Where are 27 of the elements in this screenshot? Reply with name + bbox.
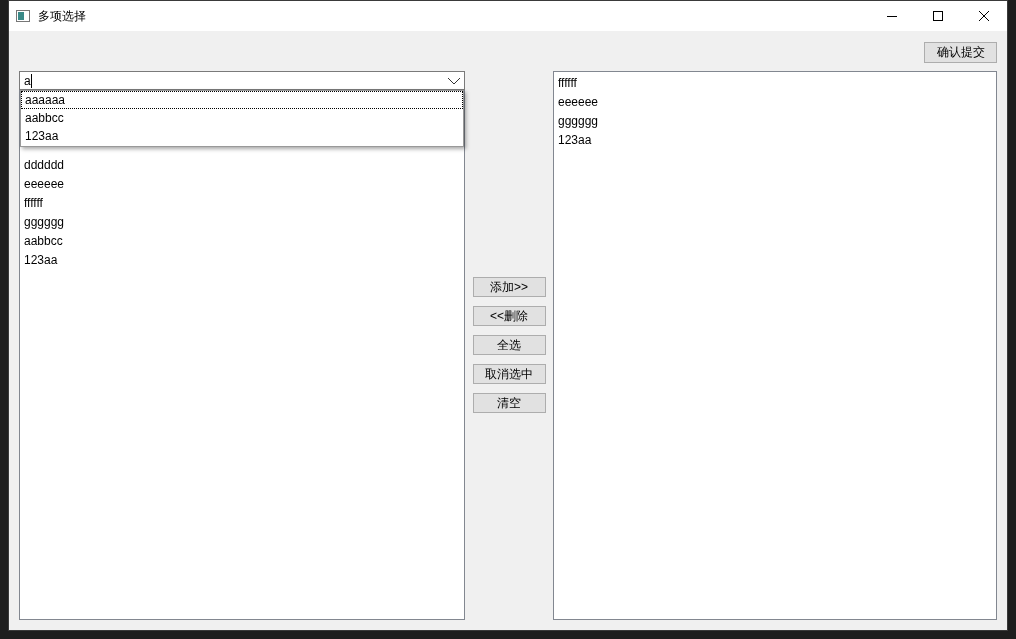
action-button[interactable]: <<删除	[472, 306, 546, 326]
list-item[interactable]: ffffff	[24, 194, 43, 213]
completion-item[interactable]: 123aa	[21, 127, 463, 145]
dropdown-chevron-icon[interactable]	[447, 76, 461, 85]
completion-item[interactable]: aabbcc	[21, 109, 463, 127]
minimize-icon	[887, 15, 897, 17]
list-item[interactable]: eeeeee	[558, 93, 599, 112]
completion-item[interactable]: aaaaaa	[21, 91, 463, 109]
list-item[interactable]: gggggg	[24, 213, 65, 232]
app-icon	[16, 10, 30, 22]
list-item[interactable]: ffffff	[558, 74, 577, 93]
maximize-icon	[933, 11, 943, 21]
search-field-value: a	[24, 73, 32, 88]
list-item[interactable]: gggggg	[558, 112, 599, 131]
confirm-submit-button[interactable]: 确认提交	[924, 42, 997, 63]
window-title: 多项选择	[38, 7, 86, 25]
list-item[interactable]: 123aa	[24, 251, 58, 270]
close-icon	[979, 11, 989, 21]
action-button[interactable]: 全选	[472, 335, 546, 355]
list-item[interactable]: aabbcc	[24, 232, 63, 251]
action-button[interactable]: 取消选中	[472, 364, 546, 384]
list-item[interactable]: eeeeee	[24, 175, 65, 194]
list-item[interactable]: 123aa	[558, 131, 592, 150]
list-item[interactable]: dddddd	[24, 156, 65, 175]
action-button[interactable]: 清空	[472, 393, 546, 413]
search-field[interactable]: a	[19, 71, 465, 90]
action-button[interactable]: 添加>>	[472, 277, 546, 297]
